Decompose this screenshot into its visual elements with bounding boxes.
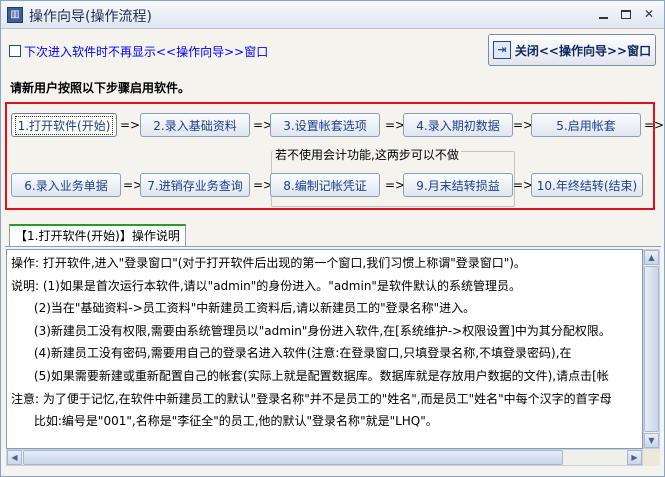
- step-6-button[interactable]: 6.录入业务单据: [11, 173, 121, 197]
- wizard-window: ▥ 操作向导(操作流程) ✕ 下次进入软件时不再显示<<操作向导>>窗口 ⇥ 关…: [0, 0, 665, 477]
- close-guide-button[interactable]: ⇥ 关闭<<操作向导>>窗口: [488, 34, 656, 66]
- app-icon: ▥: [7, 7, 23, 23]
- title-bar[interactable]: ▥ 操作向导(操作流程) ✕: [1, 1, 664, 29]
- minimize-icon: [598, 17, 608, 19]
- minimize-button[interactable]: [594, 7, 612, 23]
- description-line: 注意: 为了便于记忆,在软件中新建员工的默认"登录名称"并不是员工的"姓名",而…: [11, 391, 612, 406]
- scroll-up-icon[interactable]: ▲: [644, 250, 659, 265]
- scroll-left-icon[interactable]: ◀: [7, 450, 22, 465]
- tab-step-description[interactable]: 【1.打开软件(开始)】操作说明: [9, 224, 186, 246]
- scroll-right-icon[interactable]: ▶: [627, 450, 642, 465]
- dont-show-again-checkbox[interactable]: [9, 45, 21, 57]
- description-line: (3)新建员工没有权限,需要由系统管理员以"admin"身份进入软件,在[系统维…: [11, 323, 611, 338]
- vertical-scroll-thumb[interactable]: [644, 266, 659, 432]
- close-guide-label: 关闭<<操作向导>>窗口: [514, 43, 652, 58]
- step-arrow: =>: [120, 118, 141, 132]
- maximize-icon: [621, 10, 631, 19]
- window-title: 操作向导(操作流程): [29, 9, 152, 25]
- close-icon: ✕: [643, 7, 655, 21]
- step-5-button[interactable]: 5.启用帐套: [531, 113, 641, 137]
- step-8-button[interactable]: 8.编制记帐凭证: [270, 173, 380, 197]
- dont-show-again-label[interactable]: 下次进入软件时不再显示<<操作向导>>窗口: [24, 43, 268, 60]
- horizontal-scrollbar[interactable]: ◀ ▶: [6, 449, 643, 466]
- close-window-button[interactable]: ✕: [640, 7, 658, 23]
- dont-show-again-option[interactable]: 下次进入软件时不再显示<<操作向导>>窗口: [9, 43, 268, 59]
- horizontal-scroll-thumb[interactable]: [23, 450, 563, 465]
- description-line: 说明: (1)如果是首次运行本软件,请以"admin"的身份进入。"admin"…: [11, 278, 521, 293]
- maximize-button[interactable]: [617, 7, 635, 23]
- description-line: (5)如果需要新建或重新配置自己的帐套(实际上就是配置数据库。数据库就是存放用户…: [11, 368, 609, 383]
- step-1-button[interactable]: 1.打开软件(开始): [11, 113, 117, 137]
- step-arrow: =>: [644, 118, 665, 132]
- description-line: 比如:编号是"001",名称是"李征全"的员工,他的默认"登录名称"就是"LHQ…: [11, 414, 438, 429]
- description-line: (2)当在"基础资料->员工资料"中新建员工资料后,请以新建员工的"登录名称"进…: [11, 301, 476, 316]
- step-3-button[interactable]: 3.设置帐套选项: [270, 113, 380, 137]
- step-9-button[interactable]: 9.月末结转损益: [403, 173, 513, 197]
- step-2-button[interactable]: 2.录入基础资料: [140, 113, 250, 137]
- description-textarea[interactable]: 操作: 打开软件,进入"登录窗口"(对于打开软件后出现的第一个窗口,我们习惯上称…: [6, 249, 643, 449]
- scroll-down-icon[interactable]: ▼: [644, 433, 659, 448]
- step-10-button[interactable]: 10.年终结转(结束): [531, 173, 643, 197]
- optional-steps-label: 若不使用会计功能,这两步可以不做: [273, 146, 461, 163]
- exit-icon: ⇥: [492, 41, 511, 59]
- intro-text: 请新用户按照以下步骤启用软件。: [10, 81, 191, 95]
- steps-panel: 若不使用会计功能,这两步可以不做 1.打开软件(开始) => 2.录入基础资料 …: [5, 102, 664, 210]
- scroll-corner: [643, 449, 660, 466]
- vertical-scrollbar[interactable]: ▲ ▼: [643, 249, 660, 449]
- step-4-button[interactable]: 4.录入期初数据: [403, 113, 513, 137]
- description-line: (4)新建员工没有密码,需要用自己的登录名进入软件(注意:在登录窗口,只填登录名…: [11, 346, 572, 361]
- tab-divider: [5, 246, 661, 247]
- step-7-button[interactable]: 7.进销存业务查询: [140, 173, 250, 197]
- description-line: 操作: 打开软件,进入"登录窗口"(对于打开软件后出现的第一个窗口,我们习惯上称…: [11, 256, 526, 270]
